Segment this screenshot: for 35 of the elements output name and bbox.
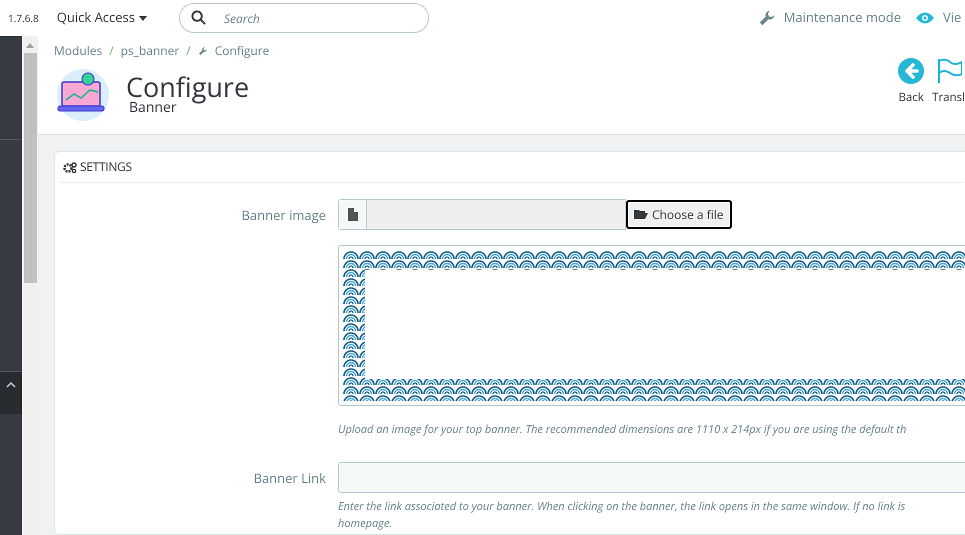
toolbar-button[interactable]: Transl (932, 58, 965, 134)
field-label: Banner image (240, 205, 327, 226)
flag-icon (936, 58, 962, 84)
breadcrumb-separator: / (109, 42, 114, 60)
eye-icon (915, 11, 935, 25)
page-subtitle: Banner (129, 101, 177, 115)
gears-icon (63, 162, 77, 172)
search-icon (190, 10, 206, 25)
page-title: Configure (126, 73, 250, 101)
search-field[interactable]: Search (178, 3, 429, 33)
folder-icon (634, 209, 648, 220)
breadcrumb-link[interactable]: ps_banner (120, 42, 180, 60)
breadcrumb-link[interactable]: Modules (54, 42, 102, 60)
maintenance-mode-link[interactable]: Maintenance mode (784, 8, 901, 28)
banner-link-field[interactable] (338, 462, 965, 492)
choose-file-button[interactable]: Choose a file (626, 200, 732, 229)
caret-icon (138, 16, 147, 20)
toolbar-button[interactable]: Back (898, 58, 924, 134)
help-text: Upload an image for your top banner. The recommended dimensions are 1110 x 214px if you are using the default th (338, 422, 908, 438)
wrench-icon (758, 9, 776, 27)
quick-access-menu[interactable]: Quick Access (56, 8, 147, 28)
breadcrumb-separator: / (186, 42, 191, 60)
wrench-icon (198, 46, 208, 56)
file-icon (348, 208, 358, 221)
file-field[interactable] (338, 199, 626, 230)
field-label: Banner Link (252, 468, 327, 488)
help-text: Enter the link associated to your banner. When clicking on the banner, the link opens in the same window. If no link is (338, 498, 906, 514)
version-label: 1.7.6.8 (8, 10, 39, 26)
panel-title: SETTINGS (80, 158, 132, 176)
scroll-up-icon (26, 43, 34, 48)
scrollbar-thumb[interactable] (24, 53, 36, 283)
breadcrumb-link[interactable]: Configure (214, 42, 270, 60)
view-shop-link[interactable]: Vie (943, 8, 965, 28)
help-text: homepage. (338, 514, 394, 532)
chevron-up-icon (6, 382, 16, 388)
